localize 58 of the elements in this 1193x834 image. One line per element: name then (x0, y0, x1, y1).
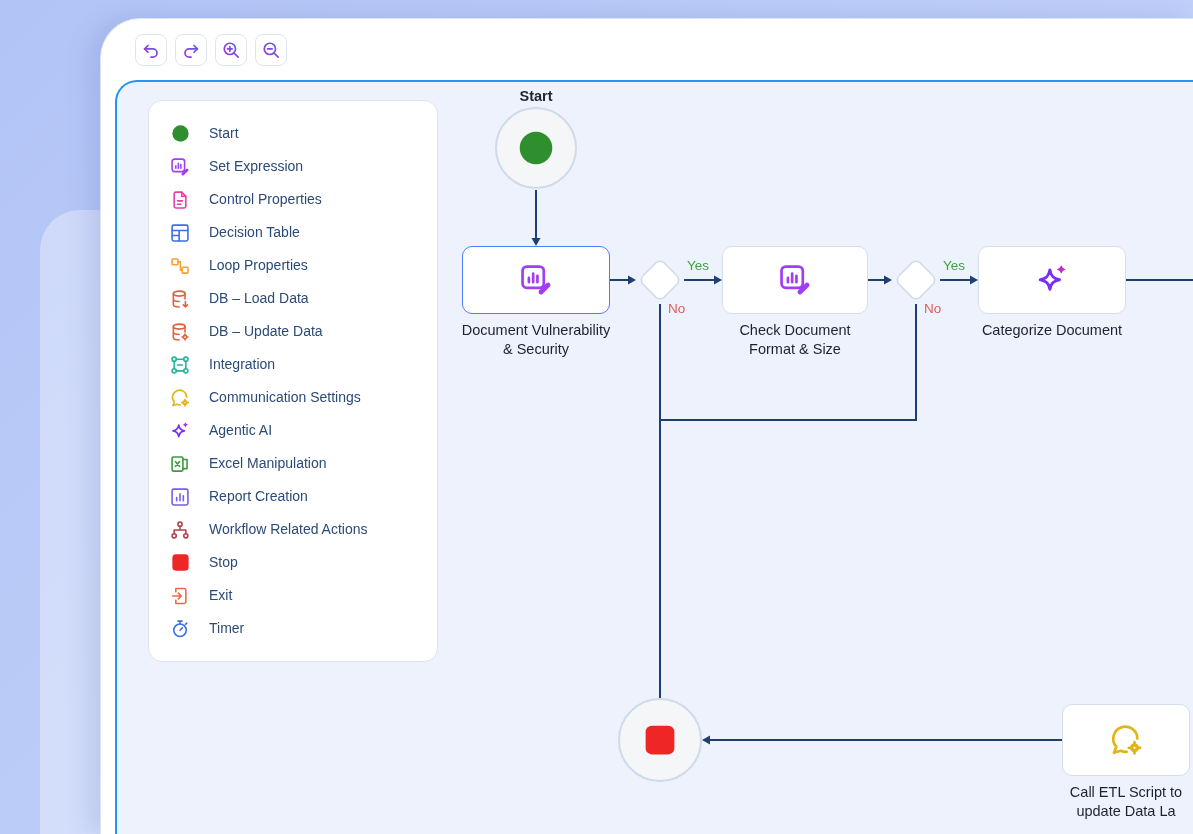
document-icon (170, 189, 190, 210)
no-branch-label: No (668, 300, 686, 318)
linked-squares-icon (170, 255, 190, 276)
connector-line (1125, 279, 1193, 281)
hierarchy-icon (170, 519, 190, 540)
chat-gear-icon (1109, 723, 1143, 757)
palette-item[interactable]: Communication Settings (169, 381, 361, 414)
zoom-out-button[interactable] (255, 33, 287, 66)
chart-edit-icon (170, 156, 190, 177)
connector-arrow (609, 275, 636, 285)
palette-item[interactable]: Start (169, 117, 239, 150)
yes-branch-label: Yes (687, 257, 710, 275)
connected-nodes-icon (170, 354, 190, 375)
palette-item[interactable]: Exit (169, 579, 233, 612)
yes-branch-label: Yes (943, 257, 966, 275)
table-icon (170, 222, 190, 243)
no-branch-label: No (924, 300, 942, 318)
chart-edit-icon (778, 263, 812, 297)
database-gear-icon (170, 321, 190, 342)
bar-chart-icon (170, 486, 190, 507)
palette-item[interactable]: Control Properties (169, 183, 322, 216)
redo-button[interactable] (175, 33, 207, 66)
zoom-in-button[interactable] (215, 33, 247, 66)
undo-button[interactable] (135, 33, 167, 66)
palette-item[interactable]: Timer (169, 612, 245, 645)
node-label: Call ETL Script to update Data La (1069, 783, 1183, 821)
node-label: Check Document Format & Size (739, 321, 851, 359)
palette-item[interactable]: Loop Properties (169, 249, 308, 282)
palette-item[interactable]: Stop (169, 546, 238, 579)
palette-item[interactable]: Excel Manipulation (169, 447, 327, 480)
chat-gear-icon (170, 387, 190, 408)
palette-item[interactable]: Report Creation (169, 480, 308, 513)
connector-arrow (531, 189, 541, 246)
node-label: Document Vulnerability & Security (461, 321, 611, 359)
palette-item[interactable]: Agentic AI (169, 414, 273, 447)
palette-item[interactable]: DB – Update Data (169, 315, 323, 348)
start-dot-icon (519, 131, 553, 165)
stop-square-icon (171, 554, 189, 571)
start-dot-icon (171, 125, 189, 142)
chart-edit-icon (519, 263, 553, 297)
node-label: Categorize Document (981, 321, 1123, 340)
node-title: Start (519, 87, 553, 106)
palette-item[interactable]: Set Expression (169, 150, 304, 183)
connector-arrow (867, 275, 892, 285)
palette-item[interactable]: Workflow Related Actions (169, 513, 368, 546)
palette-item[interactable]: DB – Load Data (169, 282, 309, 315)
zoom-out-icon (262, 40, 280, 59)
connector-arrow (683, 275, 722, 285)
palette-item[interactable]: Decision Table (169, 216, 300, 249)
stopwatch-icon (170, 618, 190, 639)
spreadsheet-icon (170, 453, 190, 474)
connector-arrow (939, 275, 978, 285)
stop-square-icon (645, 725, 675, 755)
task-node[interactable] (462, 246, 610, 314)
database-download-icon (170, 288, 190, 309)
zoom-in-icon (222, 40, 240, 59)
palette-item[interactable]: Integration (169, 348, 276, 381)
exit-icon (170, 585, 190, 606)
